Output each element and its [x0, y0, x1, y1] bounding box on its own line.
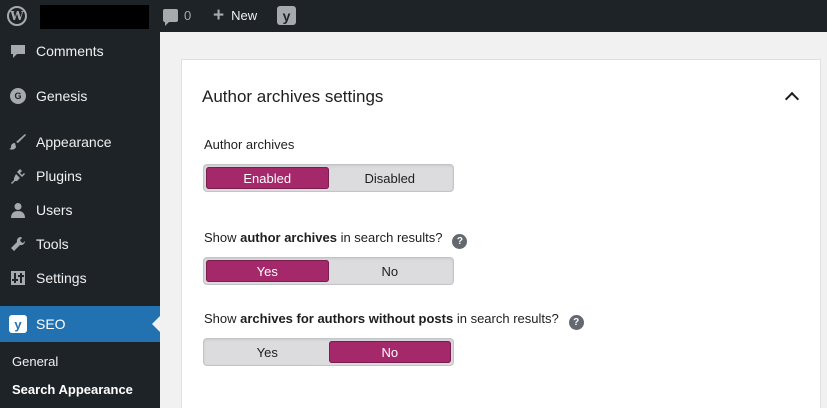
sidebar-item-genesis[interactable]: G Genesis [0, 79, 160, 113]
user-icon [8, 200, 28, 220]
sidebar-item-label: Comments [36, 43, 104, 59]
yoast-icon[interactable]: y [277, 6, 296, 25]
sidebar-item-plugins[interactable]: Plugins [0, 159, 160, 193]
toggle-option-no[interactable]: No [329, 260, 452, 282]
plugin-icon [8, 166, 28, 186]
help-icon[interactable]: ? [452, 234, 468, 249]
toggle-option-enabled[interactable]: Enabled [206, 167, 329, 189]
toggle-option-yes[interactable]: Yes [206, 341, 329, 363]
sidebar-item-users[interactable]: Users [0, 193, 160, 227]
sidebar-item-label: Genesis [36, 88, 88, 104]
comments-button[interactable]: 0 [163, 8, 192, 26]
wrench-icon [8, 234, 28, 254]
sidebar-item-label: SEO [36, 316, 66, 332]
new-label: New [231, 8, 258, 23]
site-name-redacted[interactable] [40, 5, 149, 29]
label-text: in search results? [336, 230, 443, 245]
admin-bar: W 0 + New y [0, 0, 827, 32]
sidebar-item-appearance[interactable]: Appearance [0, 125, 160, 159]
comments-count: 0 [184, 8, 192, 23]
genesis-glyph: G [10, 88, 26, 104]
sidebar-item-label: Plugins [36, 168, 82, 184]
no-posts-authors-label: Show archives for authors without posts … [204, 311, 584, 330]
wordpress-logo-glyph: W [10, 9, 24, 23]
sidebar-item-label: Settings [36, 270, 87, 286]
sidebar-item-comments[interactable]: Comments [0, 34, 160, 68]
help-icon[interactable]: ? [568, 315, 584, 330]
sidebar-item-tools[interactable]: Tools [0, 227, 160, 261]
author-archives-toggle[interactable]: Enabled Disabled [203, 164, 454, 192]
sidebar-item-seo[interactable]: y SEO [0, 306, 160, 342]
panel-title: Author archives settings [202, 87, 384, 106]
label-bold-text: author archives [240, 230, 337, 245]
wordpress-logo-icon[interactable]: W [7, 6, 27, 26]
label-bold-text: archives for authors without posts [240, 311, 454, 326]
toggle-option-disabled[interactable]: Disabled [329, 167, 452, 189]
author-archives-label: Author archives [204, 137, 295, 152]
no-posts-authors-toggle[interactable]: Yes No [203, 338, 454, 366]
author-archives-panel: Author archives settings Author archives… [181, 59, 821, 408]
genesis-icon: G [8, 86, 28, 106]
yoast-glyph: y [282, 7, 291, 24]
submenu-item-search-appearance[interactable]: Search Appearance [12, 382, 133, 397]
brush-icon [8, 132, 28, 152]
toggle-option-no[interactable]: No [328, 341, 451, 363]
settings-icon [8, 268, 28, 288]
comment-bubble-icon [163, 9, 178, 26]
sidebar-item-label: Appearance [36, 134, 112, 150]
label-text: in search results? [453, 311, 559, 326]
new-content-button[interactable]: + New [213, 4, 258, 26]
submenu-item-general[interactable]: General [12, 354, 58, 369]
show-author-archives-label: Show author archives in search results?? [204, 230, 468, 249]
current-menu-arrow [152, 316, 160, 332]
sidebar-item-settings[interactable]: Settings [0, 261, 160, 295]
admin-sidebar: Comments G Genesis Appearance Plugins Us… [0, 32, 160, 408]
label-text: Show [204, 230, 241, 245]
yoast-seo-glyph: y [9, 315, 27, 333]
comment-icon [8, 41, 28, 61]
label-text: Show [204, 311, 241, 326]
yoast-seo-icon: y [8, 314, 28, 334]
chevron-up-icon[interactable] [782, 88, 802, 107]
sidebar-item-label: Tools [36, 236, 69, 252]
sidebar-item-label: Users [36, 202, 73, 218]
show-author-archives-toggle[interactable]: Yes No [203, 257, 454, 285]
plus-icon: + [213, 4, 225, 26]
toggle-option-yes[interactable]: Yes [206, 260, 329, 282]
